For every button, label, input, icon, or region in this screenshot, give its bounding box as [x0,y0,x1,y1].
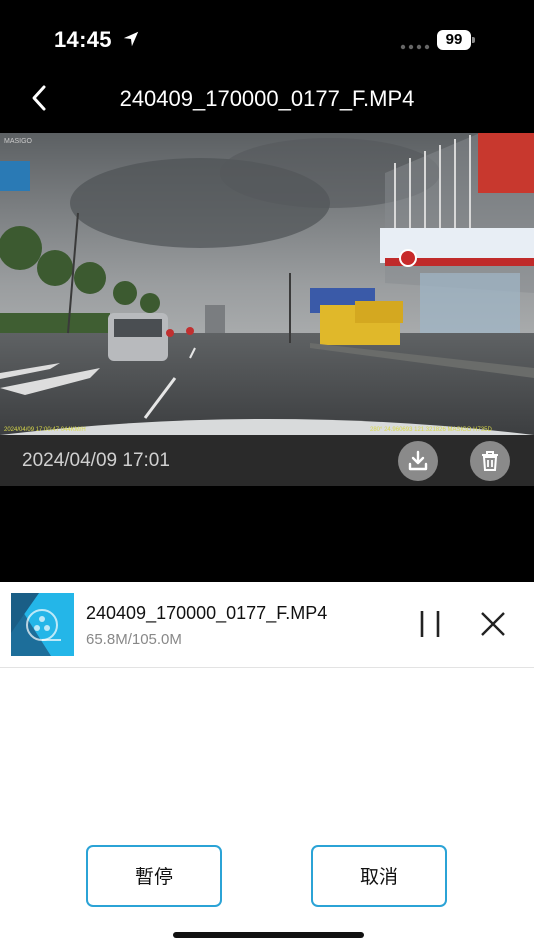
file-thumbnail [11,593,74,656]
trash-icon [482,451,498,471]
video-brand-label: MASIGO [4,138,33,145]
divider [0,667,534,668]
status-time: 14:45 [54,27,112,52]
pause-icon[interactable] [416,609,446,639]
download-file-name: 240409_170000_0177_F.MP4 [86,603,328,623]
signal-icon [400,44,430,50]
battery-level: 99 [437,30,471,50]
location-arrow-icon [123,31,139,47]
delete-button[interactable] [470,441,510,481]
home-indicator[interactable] [173,932,364,938]
download-button[interactable] [398,441,438,481]
film-reel-icon [11,593,74,656]
video-overlay-left: 2024/04/09 17:00:47 044KM/H [4,427,86,433]
battery-tip [472,37,475,43]
page-title: 240409_170000_0177_F.MP4 [119,86,415,111]
video-overlay-right: 280° 24.960693 121.321826 MASIGO H735D [370,427,492,433]
status-bar: 14:45 99 [0,0,534,80]
download-file-size: 65.8M/105.0M [86,631,182,648]
video-date: 2024/04/09 17:01 [22,450,170,471]
close-icon[interactable] [479,610,507,638]
download-panel [0,582,534,950]
dashcam-frame: MASIGO 2024/04/09 17:00:47 044KM/H 280° … [0,133,534,435]
pause-button[interactable]: 暫停 [86,845,222,907]
video-player[interactable]: MASIGO 2024/04/09 17:00:47 044KM/H 280° … [0,133,534,435]
cancel-button[interactable]: 取消 [311,845,447,907]
download-icon [408,450,428,471]
